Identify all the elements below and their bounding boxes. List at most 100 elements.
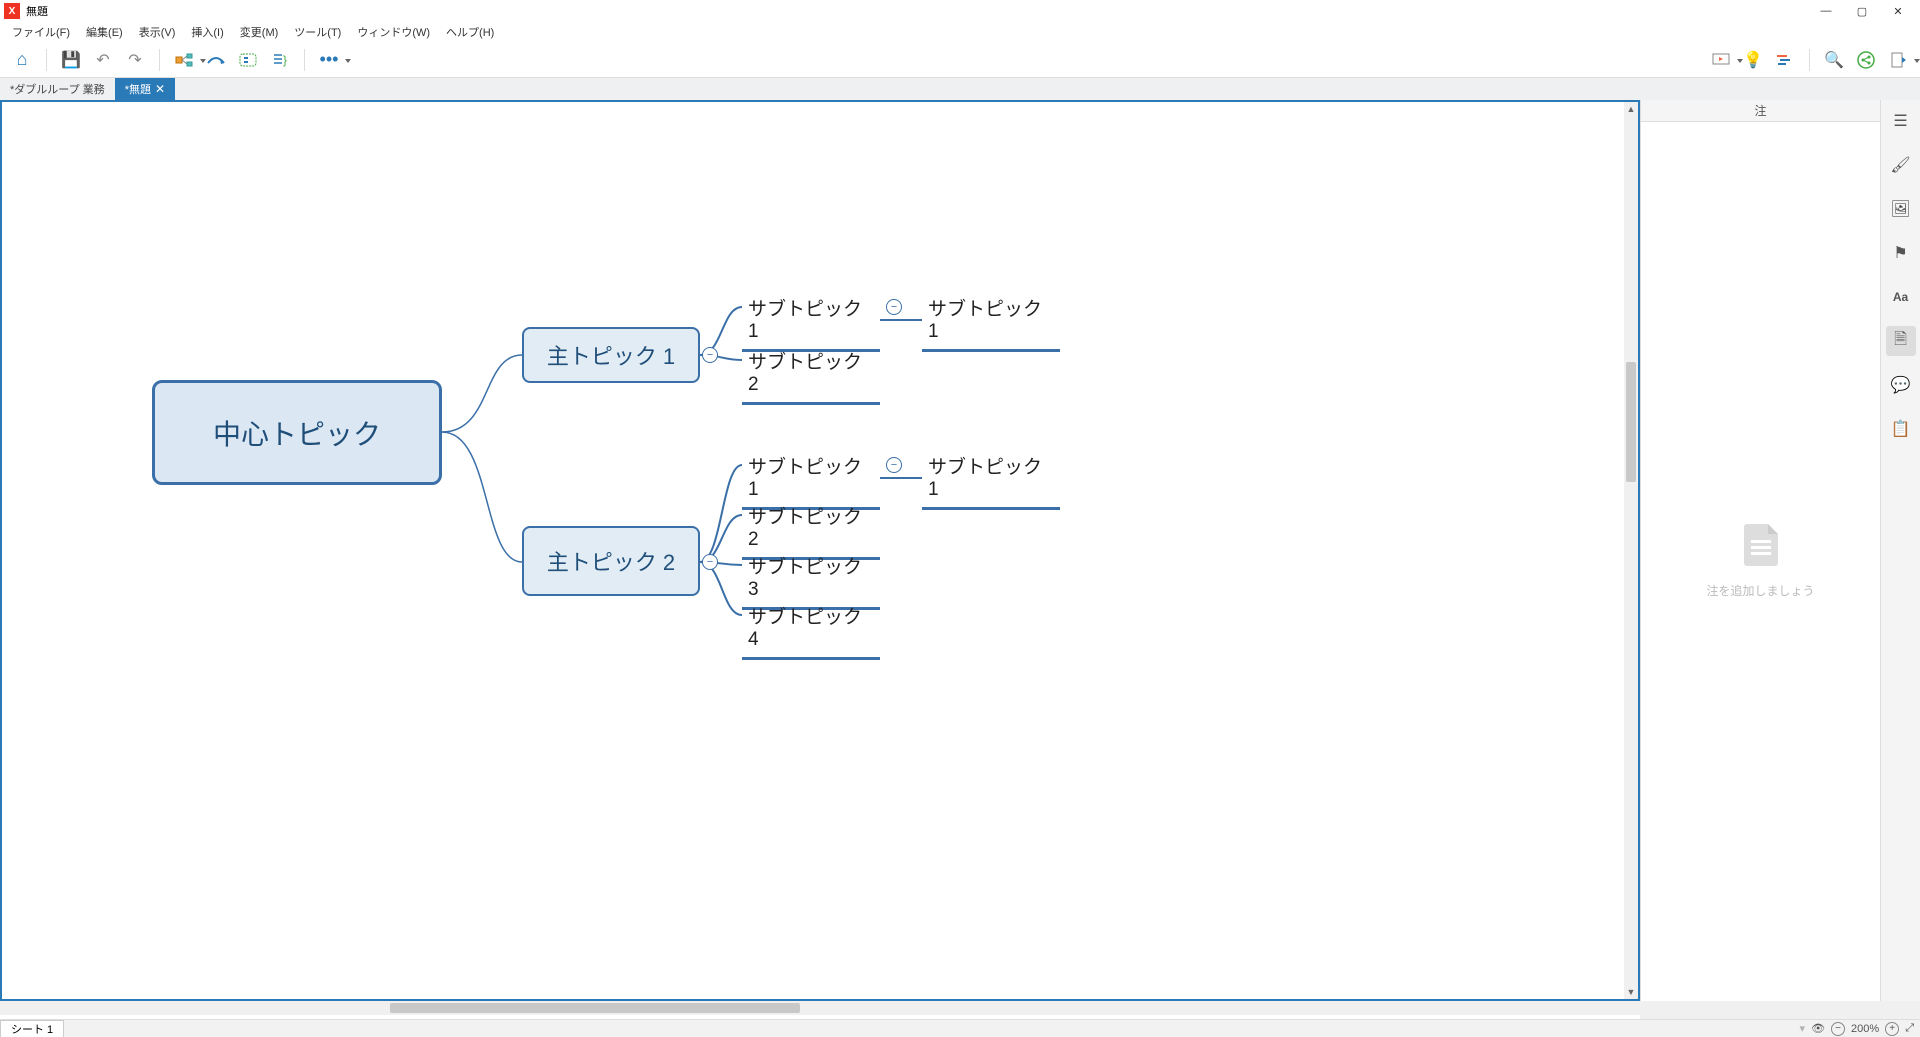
document-tab[interactable]: *無題 ✕ bbox=[115, 78, 175, 100]
boundary-button[interactable] bbox=[234, 46, 262, 74]
svg-text:}: } bbox=[283, 53, 287, 67]
menu-modify[interactable]: 変更(M) bbox=[232, 22, 287, 42]
export-button[interactable] bbox=[1884, 46, 1912, 74]
note-icon: 🗎 bbox=[1894, 328, 1907, 355]
home-icon: ⌂ bbox=[17, 49, 28, 70]
main-topic-node[interactable]: 主トピック 2 bbox=[522, 526, 700, 596]
save-button[interactable]: 💾 bbox=[57, 46, 85, 74]
notes-placeholder-text: 注を追加しましょう bbox=[1706, 582, 1814, 599]
scroll-up-icon[interactable]: ▲ bbox=[1624, 102, 1638, 116]
document-tabstrip: *ダブルループ 業務 *無題 ✕ bbox=[0, 78, 1920, 100]
outline-tool[interactable]: ☰ bbox=[1886, 106, 1916, 136]
structure-button[interactable] bbox=[170, 46, 198, 74]
format-tool[interactable]: 🖌 bbox=[1886, 150, 1916, 180]
sub-topic-node[interactable]: サブトピック 4 bbox=[742, 598, 880, 660]
menubar: ファイル(F) 編集(E) 表示(V) 挿入(I) 変更(M) ツール(T) ウ… bbox=[0, 22, 1920, 42]
undo-button[interactable]: ↶ bbox=[89, 46, 117, 74]
font-tool[interactable]: Aa bbox=[1886, 282, 1916, 312]
close-button[interactable]: ✕ bbox=[1880, 0, 1916, 22]
gantt-icon bbox=[1776, 53, 1794, 67]
menu-insert[interactable]: 挿入(I) bbox=[183, 22, 231, 42]
sub-topic-node[interactable]: サブトピック 1 bbox=[922, 290, 1060, 352]
vertical-scrollbar[interactable]: ▲ ▼ bbox=[1624, 102, 1638, 999]
scroll-down-icon[interactable]: ▼ bbox=[1624, 985, 1638, 999]
central-topic-node[interactable]: 中心トピック bbox=[152, 380, 442, 485]
export-icon bbox=[1890, 51, 1906, 69]
notes-placeholder-icon bbox=[1744, 524, 1778, 566]
relationship-button[interactable] bbox=[202, 46, 230, 74]
horizontal-scrollbar[interactable] bbox=[0, 1001, 1640, 1015]
sub-topic-node[interactable]: サブトピック 1 bbox=[922, 448, 1060, 510]
summary-icon: } bbox=[272, 52, 288, 68]
font-icon: Aa bbox=[1893, 290, 1908, 304]
tab-close-icon[interactable]: ✕ bbox=[155, 82, 165, 96]
collapse-toggle[interactable]: − bbox=[702, 554, 718, 570]
mindmap-canvas[interactable]: 中心トピック 主トピック 1 − 主トピック 2 − サブトピック 1 − サブ… bbox=[0, 100, 1640, 1001]
notes-tool[interactable]: 🗎 bbox=[1886, 326, 1916, 356]
node-text: サブトピック 4 bbox=[748, 607, 862, 650]
scrollbar-thumb[interactable] bbox=[390, 1003, 800, 1013]
presentation-button[interactable] bbox=[1707, 46, 1735, 74]
filter-icon[interactable]: ▾ bbox=[1800, 1022, 1806, 1035]
gantt-button[interactable] bbox=[1771, 46, 1799, 74]
ellipsis-icon: ••• bbox=[320, 49, 339, 70]
maximize-button[interactable]: ▢ bbox=[1844, 0, 1880, 22]
sub-topic-node[interactable]: サブトピック 2 bbox=[742, 343, 880, 405]
comments-tool[interactable]: 💬 bbox=[1886, 370, 1916, 400]
notes-panel: 注 注を追加しましょう bbox=[1640, 100, 1880, 1001]
search-icon: 🔍 bbox=[1824, 50, 1844, 70]
node-text: サブトピック 3 bbox=[748, 557, 862, 600]
main-topic-node[interactable]: 主トピック 1 bbox=[522, 327, 700, 383]
brainstorm-button[interactable]: 💡 bbox=[1739, 46, 1767, 74]
zoom-level[interactable]: 200% bbox=[1851, 1023, 1879, 1035]
presentation-icon bbox=[1712, 52, 1730, 68]
separator bbox=[159, 49, 160, 71]
zoom-in-button[interactable]: + bbox=[1885, 1022, 1899, 1036]
more-button[interactable]: ••• bbox=[315, 46, 343, 74]
marker-tool[interactable]: ⚑ bbox=[1886, 238, 1916, 268]
toolbar: ⌂ 💾 ↶ ↷ } ••• 💡 🔍 bbox=[0, 42, 1920, 78]
minimize-button[interactable]: — bbox=[1808, 0, 1844, 22]
sheet-tab[interactable]: シート 1 bbox=[0, 1020, 64, 1037]
node-text: サブトピック 2 bbox=[748, 352, 862, 395]
relationship-icon bbox=[206, 53, 226, 67]
document-tab[interactable]: *ダブルループ 業務 bbox=[0, 78, 115, 100]
titlebar: X 無題 — ▢ ✕ bbox=[0, 0, 1920, 22]
menu-edit[interactable]: 編集(E) bbox=[78, 22, 131, 42]
window-title: 無題 bbox=[26, 3, 1808, 19]
tab-label: *ダブルループ 業務 bbox=[10, 81, 105, 97]
search-button[interactable]: 🔍 bbox=[1820, 46, 1848, 74]
node-text: サブトピック 1 bbox=[748, 299, 862, 342]
share-button[interactable] bbox=[1852, 46, 1880, 74]
summary-button[interactable]: } bbox=[266, 46, 294, 74]
boundary-icon bbox=[239, 53, 257, 67]
comment-icon: 💬 bbox=[1891, 375, 1911, 395]
sheet-tab-label: シート 1 bbox=[11, 1021, 53, 1037]
save-icon: 💾 bbox=[61, 50, 81, 70]
menu-help[interactable]: ヘルプ(H) bbox=[438, 22, 502, 42]
scrollbar-thumb[interactable] bbox=[1626, 362, 1636, 482]
node-text: 主トピック 2 bbox=[547, 545, 675, 577]
home-button[interactable]: ⌂ bbox=[8, 46, 36, 74]
node-text: 主トピック 1 bbox=[547, 339, 675, 371]
menu-window[interactable]: ウィンドウ(W) bbox=[349, 22, 438, 42]
zoom-out-button[interactable]: − bbox=[1831, 1022, 1845, 1036]
menu-view[interactable]: 表示(V) bbox=[131, 22, 184, 42]
visibility-icon[interactable]: 👁 bbox=[1811, 1022, 1825, 1035]
node-text: サブトピック 2 bbox=[748, 507, 862, 550]
menu-file[interactable]: ファイル(F) bbox=[4, 22, 78, 42]
collapse-toggle[interactable]: − bbox=[702, 347, 718, 363]
redo-button[interactable]: ↷ bbox=[121, 46, 149, 74]
redo-icon: ↷ bbox=[128, 50, 141, 70]
menu-tools[interactable]: ツール(T) bbox=[286, 22, 349, 42]
collapse-toggle[interactable]: − bbox=[886, 457, 902, 473]
collapse-toggle[interactable]: − bbox=[886, 299, 902, 315]
sheet-tabstrip: シート 1 ▾ 👁 − 200% + ⤢ bbox=[0, 1019, 1920, 1037]
fit-icon[interactable]: ⤢ bbox=[1905, 1022, 1914, 1035]
task-tool[interactable]: 📋 bbox=[1886, 414, 1916, 444]
notes-panel-title: 注 bbox=[1641, 100, 1880, 122]
undo-icon: ↶ bbox=[96, 50, 109, 70]
share-icon bbox=[1857, 51, 1875, 69]
notes-panel-body[interactable]: 注を追加しましょう bbox=[1641, 122, 1880, 1001]
image-tool[interactable]: 🖼 bbox=[1886, 194, 1916, 224]
